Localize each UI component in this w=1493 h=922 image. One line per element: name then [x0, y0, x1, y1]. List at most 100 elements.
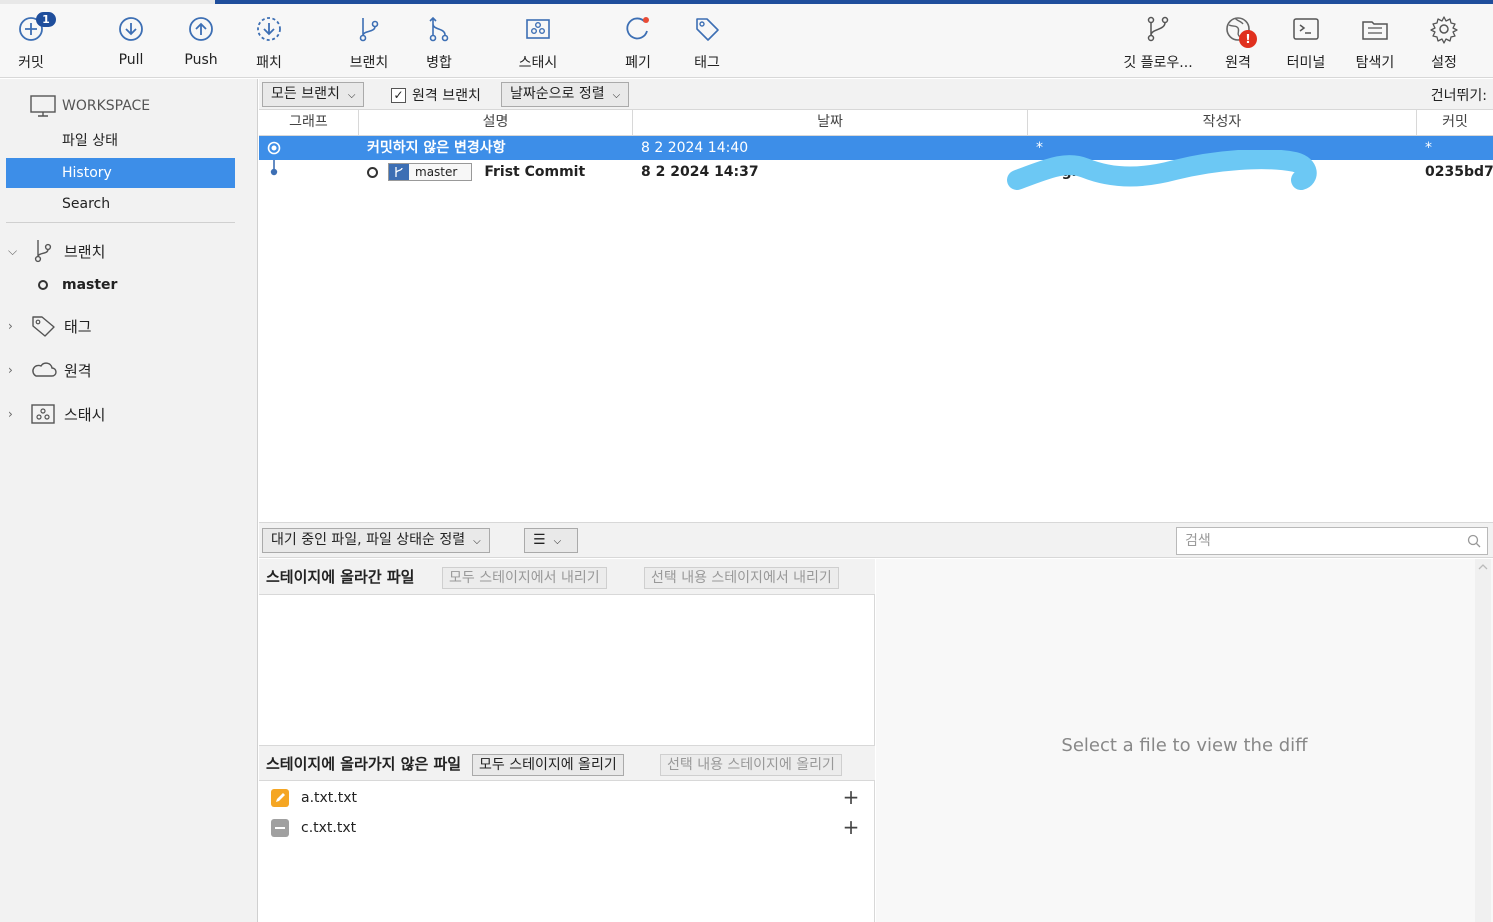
- tag-button[interactable]: 태그: [676, 4, 738, 78]
- file-sort-value: 대기 중인 파일, 파일 상태순 정렬: [271, 532, 466, 548]
- unstage-all-button[interactable]: 모두 스테이지에서 내리기: [442, 567, 607, 589]
- terminal-icon: [1291, 14, 1321, 44]
- pull-button[interactable]: Pull: [100, 4, 162, 78]
- stash-icon: [523, 14, 553, 44]
- tag-label: 태그: [694, 55, 720, 71]
- column-author[interactable]: 작성자: [1028, 110, 1417, 136]
- sort-dropdown[interactable]: 날짜순으로 정렬 ⌵: [501, 82, 630, 107]
- terminal-button[interactable]: 터미널: [1275, 4, 1337, 78]
- skip-label: 건너뛰기:: [1430, 88, 1487, 104]
- staged-files-header: 스테이지에 올라간 파일 모두 스테이지에서 내리기 선택 내용 스테이지에서 …: [259, 559, 875, 595]
- diff-scrollbar[interactable]: [1475, 559, 1491, 922]
- commit-date: 8 2 2024 14:37: [641, 164, 759, 180]
- commit-hash: 0235bd7: [1425, 164, 1493, 180]
- chevron-down-icon: ⌵: [612, 90, 621, 101]
- explorer-button[interactable]: 탐색기: [1344, 4, 1406, 78]
- chevron-down-icon: ⌵: [8, 243, 18, 258]
- merge-button[interactable]: 병합: [408, 4, 470, 78]
- remote-label: 원격: [1225, 55, 1251, 71]
- stage-all-button[interactable]: 모두 스테이지에 올리기: [472, 754, 624, 776]
- branch-tag-label: master: [415, 165, 458, 179]
- staged-files-title: 스테이지에 올라간 파일: [266, 568, 415, 586]
- discard-label: 폐기: [625, 55, 651, 71]
- commit-description: Frist Commit: [484, 164, 586, 180]
- push-label: Push: [184, 52, 218, 68]
- branch-filter-dropdown[interactable]: 모든 브랜치 ⌵: [262, 82, 365, 107]
- discard-dot-icon: [643, 17, 649, 23]
- column-description[interactable]: 설명: [359, 110, 633, 136]
- diff-placeholder: Select a file to view the diff: [1061, 735, 1308, 756]
- globe-icon: !: [1223, 14, 1257, 48]
- branch-label: 브랜치: [349, 55, 389, 71]
- search-placeholder: 검색: [1185, 533, 1211, 549]
- branch-icon: [34, 240, 52, 263]
- sidebar-group-branches[interactable]: ⌵ 브랜치: [8, 238, 105, 264]
- discard-icon: [623, 14, 653, 44]
- view-mode-dropdown[interactable]: ☰ ⌵: [524, 528, 578, 553]
- sidebar-group-tags[interactable]: › 태그: [8, 313, 92, 339]
- sidebar-item-history[interactable]: History: [6, 158, 235, 188]
- gitflow-icon: [1143, 14, 1173, 44]
- unstaged-files-header: 스테이지에 올라가지 않은 파일 모두 스테이지에 올리기 선택 내용 스테이지…: [259, 745, 875, 781]
- commit-description: 커밋하지 않은 변경사항: [367, 140, 506, 156]
- file-sort-dropdown[interactable]: 대기 중인 파일, 파일 상태순 정렬 ⌵: [262, 528, 490, 553]
- branches-label: 브랜치: [64, 242, 106, 261]
- list-item[interactable]: a.txt.txt +: [271, 786, 869, 810]
- discard-button[interactable]: 폐기: [607, 4, 669, 78]
- staged-files-list: [259, 595, 875, 745]
- chevron-right-icon: ›: [8, 363, 13, 377]
- sidebar-item-search[interactable]: Search: [6, 189, 235, 219]
- sidebar-group-remotes[interactable]: › 원격: [8, 357, 92, 383]
- unstage-selected-button[interactable]: 선택 내용 스테이지에서 내리기: [644, 567, 839, 589]
- sidebar-item-file-status[interactable]: 파일 상태: [6, 126, 235, 156]
- file-search-input[interactable]: 검색: [1176, 527, 1488, 555]
- search-icon: [1467, 534, 1481, 548]
- chevron-down-icon: ⌵: [553, 536, 562, 547]
- push-button[interactable]: Push: [170, 4, 232, 78]
- removed-file-icon: [271, 819, 289, 837]
- sidebar-branch-master[interactable]: master: [38, 277, 117, 293]
- remote-branches-label: 원격 브랜치: [412, 88, 481, 104]
- column-graph[interactable]: 그래프: [259, 110, 359, 136]
- arrow-up-circle-icon: [186, 14, 216, 44]
- commit-hash: *: [1425, 140, 1432, 156]
- list-item[interactable]: c.txt.txt +: [271, 816, 869, 840]
- settings-button[interactable]: 설정: [1413, 4, 1475, 78]
- commit-label: 커밋: [18, 55, 44, 71]
- unstaged-files-list: a.txt.txt + c.txt.txt +: [259, 781, 875, 922]
- workspace-label: WORKSPACE: [62, 98, 151, 114]
- folder-icon: [1360, 14, 1390, 44]
- branch-filter-value: 모든 브랜치: [271, 86, 340, 102]
- stage-selected-button[interactable]: 선택 내용 스테이지에 올리기: [660, 754, 842, 776]
- gitflow-button[interactable]: 깃 플로우...: [1118, 4, 1198, 78]
- remote-button[interactable]: ! 원격: [1207, 4, 1269, 78]
- sidebar-group-stashes[interactable]: › 스태시: [8, 401, 105, 427]
- dashed-arrow-down-circle-icon: [254, 14, 284, 44]
- list-icon: ☰: [533, 532, 546, 548]
- branch-button[interactable]: 브랜치: [338, 4, 400, 78]
- toolbar: 1 커밋 Pull Push 패치 브랜치 병합 스태시 폐기 태그 깃 플로우…: [0, 4, 1493, 78]
- branch-head-icon: [367, 166, 378, 178]
- column-commit[interactable]: 커밋: [1417, 110, 1493, 136]
- stage-file-button[interactable]: +: [841, 817, 861, 838]
- scroll-up-icon[interactable]: [1475, 559, 1491, 575]
- commit-date: 8 2 2024 14:40: [641, 140, 749, 156]
- tag-icon: [32, 316, 55, 337]
- modified-file-icon: [271, 789, 289, 807]
- cloud-icon: [32, 362, 57, 377]
- gear-icon: [1429, 14, 1459, 44]
- sort-value: 날짜순으로 정렬: [510, 86, 605, 102]
- commit-button[interactable]: 1 커밋: [0, 4, 62, 78]
- branch-tag[interactable]: master: [388, 163, 473, 181]
- file-name: c.txt.txt: [301, 820, 357, 836]
- fetch-button[interactable]: 패치: [238, 4, 300, 78]
- graph-node-icon: [267, 141, 281, 155]
- remote-branches-checkbox[interactable]: ✓ 원격 브랜치: [391, 85, 481, 105]
- chevron-down-icon: ⌵: [473, 536, 481, 547]
- history-table-header: 그래프 설명 날짜 작성자 커밋: [259, 110, 1493, 136]
- branch-icon: [389, 164, 409, 180]
- gitflow-label: 깃 플로우...: [1123, 55, 1193, 71]
- column-date[interactable]: 날짜: [633, 110, 1028, 136]
- stage-file-button[interactable]: +: [841, 787, 861, 808]
- stash-button[interactable]: 스태시: [507, 4, 569, 78]
